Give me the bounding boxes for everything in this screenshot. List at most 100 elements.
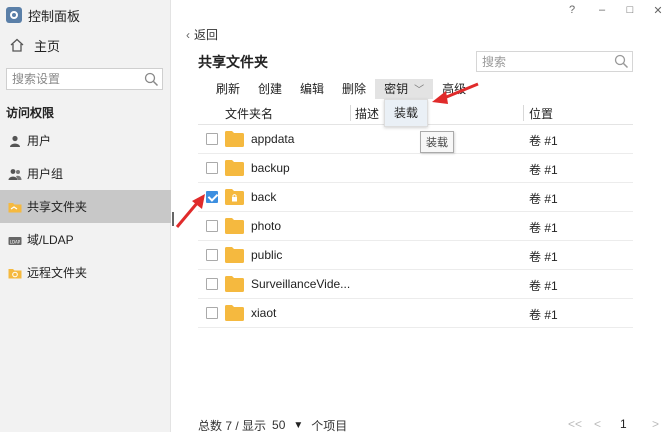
sidebar-item-user-groups[interactable]: 用户组: [0, 157, 171, 190]
row-checkbox[interactable]: [206, 278, 218, 290]
sidebar-item-label: 用户组: [27, 167, 64, 181]
sidebar-nav: 用户 用户组 共享文件夹 LDAP 域/LDAP 远程文件夹: [0, 124, 171, 289]
delete-button[interactable]: 删除: [333, 79, 375, 99]
edit-button[interactable]: 编辑: [291, 79, 333, 99]
back-label: 返回: [194, 28, 219, 42]
chevron-left-icon: ‹: [186, 27, 190, 42]
table-row[interactable]: xiaot 卷 #1: [198, 299, 633, 328]
current-page[interactable]: 1: [620, 417, 627, 431]
table-row[interactable]: public 卷 #1: [198, 241, 633, 270]
help-button[interactable]: ?: [566, 4, 578, 16]
shared-folder-icon: [8, 200, 22, 214]
shared-folder-table: 文件夹名 描述 位置 appdata 卷 #1 backup 卷 #1 back…: [198, 101, 633, 328]
user-group-icon: [8, 167, 22, 181]
table-row[interactable]: appdata 卷 #1: [198, 125, 633, 154]
folder-name: back: [251, 190, 277, 204]
app-title: 控制面板: [6, 6, 80, 24]
folder-icon: [225, 218, 244, 234]
ldap-icon: LDAP: [8, 233, 22, 247]
sidebar-item-label: 域/LDAP: [27, 233, 74, 247]
per-page-value[interactable]: 50: [272, 418, 285, 432]
column-divider[interactable]: [350, 105, 351, 121]
folder-search: [476, 51, 633, 72]
search-icon[interactable]: [614, 54, 629, 72]
row-checkbox[interactable]: [206, 191, 218, 203]
column-header-name[interactable]: 文件夹名: [225, 105, 273, 122]
settings-search: [6, 68, 163, 90]
toolbar: 刷新 创建 编辑 删除 密钥 ﹀ 高级: [198, 79, 475, 99]
table-row[interactable]: photo 卷 #1: [198, 212, 633, 241]
folder-name: appdata: [251, 132, 295, 146]
folder-location: 卷 #1: [529, 279, 558, 293]
folder-icon: [225, 305, 244, 321]
sidebar-item-remote-folders[interactable]: 远程文件夹: [0, 256, 171, 289]
table-row[interactable]: SurveillanceVide... 卷 #1: [198, 270, 633, 299]
folder-icon: [225, 247, 244, 263]
create-button[interactable]: 创建: [249, 79, 291, 99]
folder-icon: [225, 276, 244, 292]
home-icon: [10, 38, 24, 52]
sidebar-collapse-handle[interactable]: [172, 212, 174, 226]
maximize-button[interactable]: □: [624, 4, 636, 16]
folder-location: 卷 #1: [529, 308, 558, 322]
section-title-access: 访问权限: [6, 106, 55, 120]
row-checkbox[interactable]: [206, 307, 218, 319]
first-page-button[interactable]: <<: [568, 417, 582, 431]
column-header-description[interactable]: 描述: [355, 105, 379, 122]
key-dropdown-menu: 装载: [384, 99, 428, 127]
row-checkbox[interactable]: [206, 162, 218, 174]
refresh-button[interactable]: 刷新: [198, 79, 249, 99]
remote-folder-icon: [8, 266, 22, 280]
close-button[interactable]: ✕: [652, 4, 664, 17]
settings-search-input[interactable]: [7, 72, 137, 86]
sidebar-item-users[interactable]: 用户: [0, 124, 171, 157]
key-menu-label: 密钥: [384, 82, 409, 96]
folder-location: 卷 #1: [529, 221, 558, 235]
home-label: 主页: [34, 38, 61, 54]
advanced-button[interactable]: 高级: [433, 79, 475, 99]
folder-location: 卷 #1: [529, 192, 558, 206]
table-footer: 总数 7 / 显示 50 ▼ 个项目: [198, 417, 347, 432]
search-icon[interactable]: [144, 72, 159, 90]
svg-text:LDAP: LDAP: [10, 239, 21, 244]
table-row[interactable]: backup 卷 #1: [198, 154, 633, 183]
menu-item-mount[interactable]: 装载: [385, 100, 427, 126]
folder-location: 卷 #1: [529, 163, 558, 177]
sidebar-item-label: 共享文件夹: [27, 200, 88, 214]
control-panel-icon: [6, 7, 22, 23]
chevron-down-icon: ﹀: [414, 85, 425, 96]
sidebar-item-ldap[interactable]: LDAP 域/LDAP: [0, 223, 171, 256]
sidebar-item-shared-folders[interactable]: 共享文件夹: [0, 190, 171, 223]
app-title-label: 控制面板: [28, 8, 81, 24]
back-link[interactable]: ‹ 返回: [186, 26, 218, 43]
folder-icon: [225, 131, 244, 147]
table-row[interactable]: back 卷 #1: [198, 183, 633, 212]
folder-name: xiaot: [251, 306, 277, 320]
column-divider[interactable]: [523, 105, 524, 121]
folder-name: SurveillanceVide...: [251, 277, 351, 291]
home-link[interactable]: 主页: [10, 36, 60, 54]
folder-name: backup: [251, 161, 290, 175]
prev-page-button[interactable]: <: [594, 417, 601, 431]
user-icon: [8, 134, 22, 148]
folder-name: public: [251, 248, 283, 262]
mount-tooltip: 装载: [420, 131, 454, 153]
total-summary: 总数 7 / 显示: [198, 418, 267, 432]
row-checkbox[interactable]: [206, 249, 218, 261]
row-checkbox[interactable]: [206, 133, 218, 145]
folder-icon: [225, 160, 244, 176]
minimize-button[interactable]: –: [596, 4, 608, 16]
folder-location: 卷 #1: [529, 134, 558, 148]
page-title: 共享文件夹: [198, 54, 268, 70]
encrypted-folder-icon: [225, 189, 244, 205]
per-page-dropdown-icon[interactable]: ▼: [293, 420, 303, 431]
folder-name: photo: [251, 219, 282, 233]
column-header-location[interactable]: 位置: [529, 105, 553, 122]
key-menu-button[interactable]: 密钥 ﹀: [375, 79, 434, 99]
items-label: 个项目: [311, 418, 348, 432]
folder-location: 卷 #1: [529, 250, 558, 264]
row-checkbox[interactable]: [206, 220, 218, 232]
next-page-button[interactable]: >: [652, 417, 659, 431]
folder-search-input[interactable]: [477, 52, 607, 71]
sidebar-item-label: 用户: [27, 134, 52, 148]
